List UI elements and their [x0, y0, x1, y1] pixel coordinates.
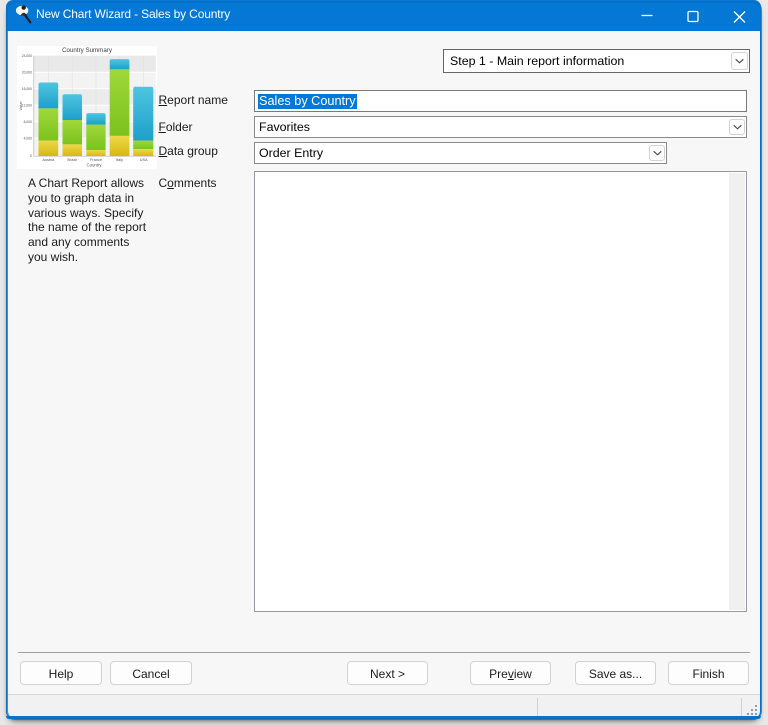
- svg-text:Italy: Italy: [116, 158, 123, 162]
- svg-text:Country Summary: Country Summary: [62, 46, 113, 53]
- svg-text:Austria: Austria: [42, 158, 55, 162]
- svg-text:20,000: 20,000: [22, 70, 32, 74]
- svg-text:Value: Value: [19, 101, 23, 110]
- svg-text:USA: USA: [140, 158, 148, 162]
- svg-text:4,000: 4,000: [24, 136, 33, 140]
- svg-text:Country: Country: [86, 162, 102, 167]
- svg-text:12,000: 12,000: [22, 103, 32, 107]
- svg-text:24,000: 24,000: [22, 54, 32, 58]
- svg-text:France: France: [90, 158, 102, 162]
- svg-text:16,000: 16,000: [22, 87, 32, 91]
- svg-text:8,000: 8,000: [24, 120, 33, 124]
- svg-text:Brazil: Brazil: [67, 158, 77, 162]
- svg-text:0: 0: [30, 154, 32, 158]
